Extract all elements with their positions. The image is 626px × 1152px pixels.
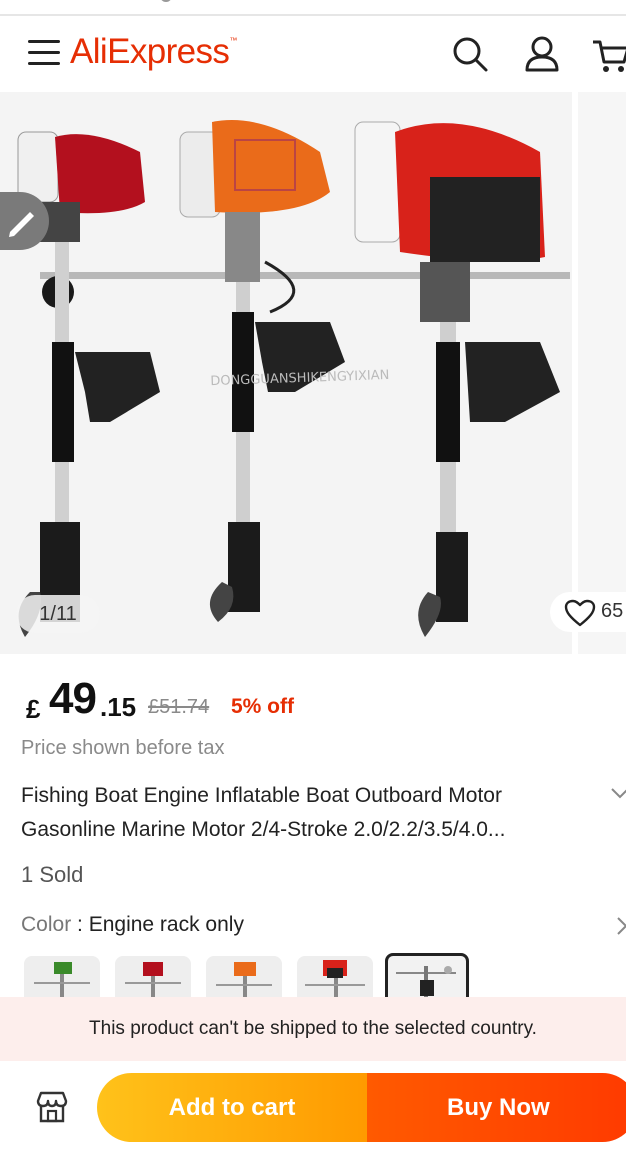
store-icon[interactable]	[34, 1089, 70, 1125]
image-counter: 1/11	[16, 595, 100, 633]
shipping-notice: This product can't be shipped to the sel…	[0, 997, 626, 1061]
status-strip	[0, 0, 626, 16]
app-header: AliExpress™	[0, 18, 626, 92]
color-selector[interactable]: Color : Engine rack only	[21, 913, 244, 937]
sold-count: 1 Sold	[21, 862, 84, 887]
product-photo: DONGGUANSHIKENGYIXIAN	[0, 92, 572, 654]
price-row: £ 49 .15 £51.74 5% off	[24, 674, 604, 728]
aliexpress-logo[interactable]: AliExpress™	[70, 32, 237, 72]
edit-icon[interactable]	[0, 192, 50, 250]
swatch-option[interactable]	[297, 956, 373, 1003]
price-decimal: .15	[100, 692, 137, 722]
color-swatches	[24, 953, 624, 1003]
color-separator: :	[71, 913, 89, 936]
menu-icon[interactable]	[28, 40, 62, 68]
cart-icon[interactable]	[590, 34, 626, 74]
add-to-cart-button[interactable]: Add to cart	[97, 1073, 367, 1142]
color-value: Engine rack only	[88, 913, 244, 936]
heart-icon	[564, 599, 596, 627]
product-title[interactable]: Fishing Boat Engine Inflatable Boat Outb…	[21, 779, 581, 847]
wishlist-count: 65	[601, 600, 624, 622]
tax-note: Price shown before tax	[21, 737, 225, 759]
discount-badge: 5% off	[231, 695, 294, 718]
swatch-option[interactable]	[206, 956, 282, 1003]
search-icon[interactable]	[450, 34, 490, 74]
buy-now-button[interactable]: Buy Now	[367, 1073, 626, 1142]
bottom-action-bar: Add to cart Buy Now	[0, 1061, 626, 1152]
price-integer: 49	[49, 674, 97, 723]
price-currency: £	[26, 694, 41, 724]
account-icon[interactable]	[522, 34, 562, 74]
color-label: Color	[21, 913, 72, 936]
swatch-option[interactable]	[24, 956, 100, 1003]
chevron-down-icon[interactable]	[610, 786, 626, 800]
next-image-preview[interactable]	[572, 92, 626, 654]
original-price: £51.74	[148, 696, 210, 718]
product-image-gallery[interactable]: DONGGUANSHIKENGYIXIAN 1/11 65	[0, 92, 626, 654]
swatch-option[interactable]	[115, 956, 191, 1003]
wishlist-button[interactable]: 65	[550, 592, 626, 632]
swatch-option-selected[interactable]	[385, 953, 469, 1003]
chevron-right-icon[interactable]	[616, 916, 626, 936]
